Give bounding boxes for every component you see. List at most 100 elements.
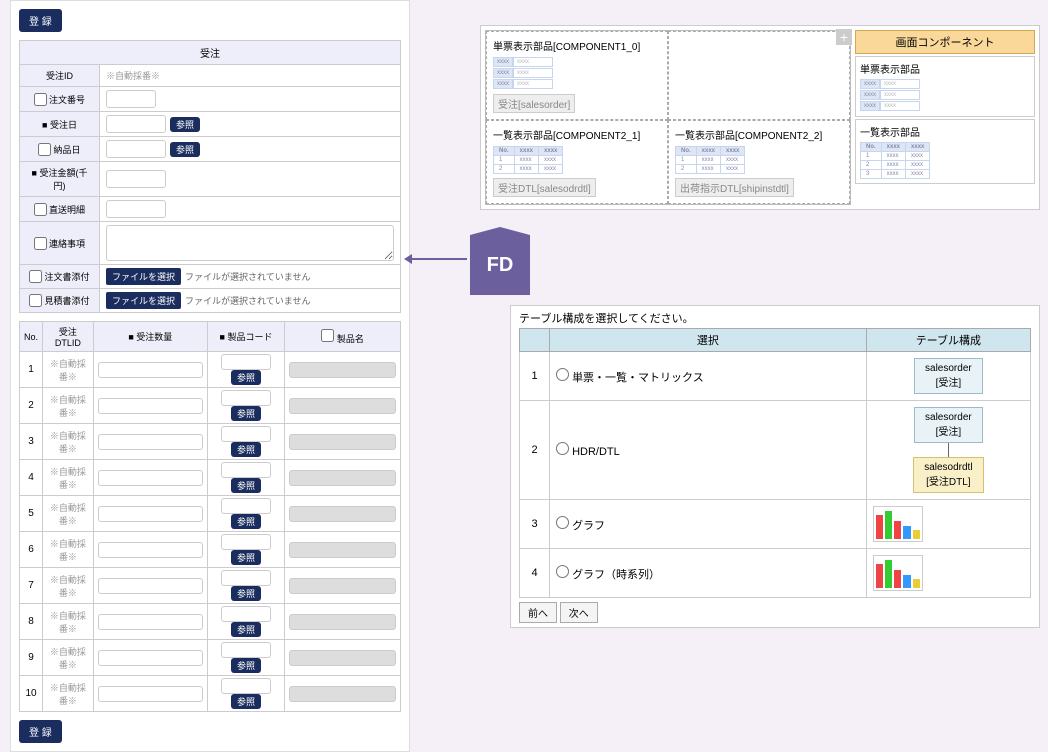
ref-prod-code[interactable]: 参照 — [231, 514, 261, 529]
input-prod-code[interactable] — [221, 354, 271, 370]
ref-prod-code[interactable]: 参照 — [231, 586, 261, 601]
table-row: 10※自動採番※ 参照 — [20, 676, 401, 712]
ref-prod-code[interactable]: 参照 — [231, 478, 261, 493]
input-prod-name[interactable] — [289, 470, 396, 486]
input-prod-code[interactable] — [221, 642, 271, 658]
col-qty: ■ 受注数量 — [93, 322, 207, 352]
cell-auto: ※自動採番※ — [50, 575, 86, 598]
input-prod-code[interactable] — [221, 462, 271, 478]
design-cell-4[interactable]: 一覧表示部品[COMPONENT2_2] No.xxxxxxxx1xxxxxxx… — [668, 120, 850, 204]
chk-order-attach[interactable] — [29, 270, 42, 283]
input-amount[interactable] — [106, 170, 166, 188]
input-qty[interactable] — [98, 686, 203, 702]
chart-timeseries-icon — [873, 555, 923, 591]
chk-delivery-date[interactable] — [38, 143, 51, 156]
input-prod-name[interactable] — [289, 362, 396, 378]
input-prod-code[interactable] — [221, 534, 271, 550]
table-row: 2※自動採番※ 参照 — [20, 388, 401, 424]
ref-prod-code[interactable]: 参照 — [231, 406, 261, 421]
chk-ship-detail[interactable] — [34, 203, 47, 216]
input-ship-detail[interactable] — [106, 200, 166, 218]
input-qty[interactable] — [98, 506, 203, 522]
ref-prod-code[interactable]: 参照 — [231, 694, 261, 709]
wiz-r1-no: 1 — [520, 352, 550, 401]
cell3-chip[interactable]: 受注DTL[salesodrdtl] — [493, 178, 596, 197]
wizard-row-4[interactable]: 4 グラフ（時系列） — [520, 549, 1031, 598]
ref-prod-code[interactable]: 参照 — [231, 550, 261, 565]
table-row: 6※自動採番※ 参照 — [20, 532, 401, 568]
radio-r3[interactable] — [556, 516, 569, 529]
component-palette: 画面コンポーネント 単票表示部品 xxxxxxxxxxxxxxxxxxxxxxx… — [855, 30, 1035, 205]
input-prod-code[interactable] — [221, 678, 271, 694]
cell-auto: ※自動採番※ — [50, 359, 86, 382]
palette-item-single[interactable]: 単票表示部品 xxxxxxxxxxxxxxxxxxxxxxxx — [855, 56, 1035, 117]
input-qty[interactable] — [98, 614, 203, 630]
design-cell-1[interactable]: 単票表示部品[COMPONENT1_0] xxxxxxxx xxxxxxxx x… — [486, 31, 668, 120]
file-none-quote: ファイルが選択されていません — [185, 294, 310, 307]
wizard-row-1[interactable]: 1 単票・一覧・マトリックス salesorder[受注] — [520, 352, 1031, 401]
wiz-r2-label: HDR/DTL — [572, 446, 620, 458]
input-prod-code[interactable] — [221, 498, 271, 514]
input-delivery-date[interactable] — [106, 140, 166, 158]
input-order-no[interactable] — [106, 90, 156, 108]
cell-no: 3 — [20, 424, 43, 460]
palette-item-list[interactable]: 一覧表示部品 No.xxxxxxxx1xxxxxxxx2xxxxxxxx3xxx… — [855, 119, 1035, 184]
input-prod-name[interactable] — [289, 686, 396, 702]
next-button[interactable]: 次へ — [560, 602, 598, 623]
input-prod-name[interactable] — [289, 398, 396, 414]
file-btn-quote[interactable]: ファイルを選択 — [106, 292, 181, 309]
design-cell-2[interactable] — [668, 31, 850, 120]
input-prod-name[interactable] — [289, 506, 396, 522]
input-qty[interactable] — [98, 470, 203, 486]
cell-auto: ※自動採番※ — [50, 611, 86, 634]
input-qty[interactable] — [98, 434, 203, 450]
design-cell-3[interactable]: 一覧表示部品[COMPONENT2_1] No.xxxxxxxx1xxxxxxx… — [486, 120, 668, 204]
input-prod-code[interactable] — [221, 570, 271, 586]
radio-r2[interactable] — [556, 442, 569, 455]
textarea-contact[interactable] — [106, 225, 394, 261]
input-qty[interactable] — [98, 650, 203, 666]
cell-auto: ※自動採番※ — [50, 539, 86, 562]
input-prod-name[interactable] — [289, 434, 396, 450]
file-btn-order[interactable]: ファイルを選択 — [106, 268, 181, 285]
ref-order-date[interactable]: 参照 — [170, 117, 200, 132]
input-prod-code[interactable] — [221, 426, 271, 442]
detail-table: No. 受注DTLID ■ 受注数量 ■ 製品コード 製品名 1※自動採番※ 参… — [19, 321, 401, 712]
wizard-row-2[interactable]: 2 HDR/DTL salesorder[受注] salesodrdtl[受注D… — [520, 401, 1031, 500]
radio-r4[interactable] — [556, 565, 569, 578]
input-prod-name[interactable] — [289, 650, 396, 666]
ref-delivery-date[interactable]: 参照 — [170, 142, 200, 157]
chk-prod-name[interactable] — [321, 329, 334, 342]
ref-prod-code[interactable]: 参照 — [231, 442, 261, 457]
register-button-top[interactable]: 登 録 — [19, 9, 62, 32]
input-qty[interactable] — [98, 578, 203, 594]
input-prod-code[interactable] — [221, 390, 271, 406]
input-prod-name[interactable] — [289, 578, 396, 594]
cell-auto: ※自動採番※ — [50, 467, 86, 490]
cell1-chip[interactable]: 受注[salesorder] — [493, 94, 575, 113]
cell-no: 5 — [20, 496, 43, 532]
input-prod-code[interactable] — [221, 606, 271, 622]
cell4-chip[interactable]: 出荷指示DTL[shipinstdtl] — [675, 178, 794, 197]
chk-order-no[interactable] — [34, 93, 47, 106]
radio-r1[interactable] — [556, 368, 569, 381]
ref-prod-code[interactable]: 参照 — [231, 658, 261, 673]
chk-quote-attach[interactable] — [29, 294, 42, 307]
register-button-bottom[interactable]: 登 録 — [19, 720, 62, 743]
add-cell-button[interactable]: + — [836, 29, 852, 45]
input-order-date[interactable] — [106, 115, 166, 133]
prev-button[interactable]: 前へ — [519, 602, 557, 623]
chk-contact[interactable] — [34, 237, 47, 250]
cell-no: 8 — [20, 604, 43, 640]
input-prod-name[interactable] — [289, 542, 396, 558]
ref-prod-code[interactable]: 参照 — [231, 622, 261, 637]
input-prod-name[interactable] — [289, 614, 396, 630]
input-qty[interactable] — [98, 362, 203, 378]
ref-prod-code[interactable]: 参照 — [231, 370, 261, 385]
cell-no: 4 — [20, 460, 43, 496]
label-order-attach: 注文書添付 — [44, 270, 89, 283]
wizard-row-3[interactable]: 3 グラフ — [520, 500, 1031, 549]
order-form-panel: 登 録 受注 受注ID ※自動採番※ 注文番号 ■ 受注日 参照 納品日 参照 … — [10, 0, 410, 752]
input-qty[interactable] — [98, 542, 203, 558]
input-qty[interactable] — [98, 398, 203, 414]
